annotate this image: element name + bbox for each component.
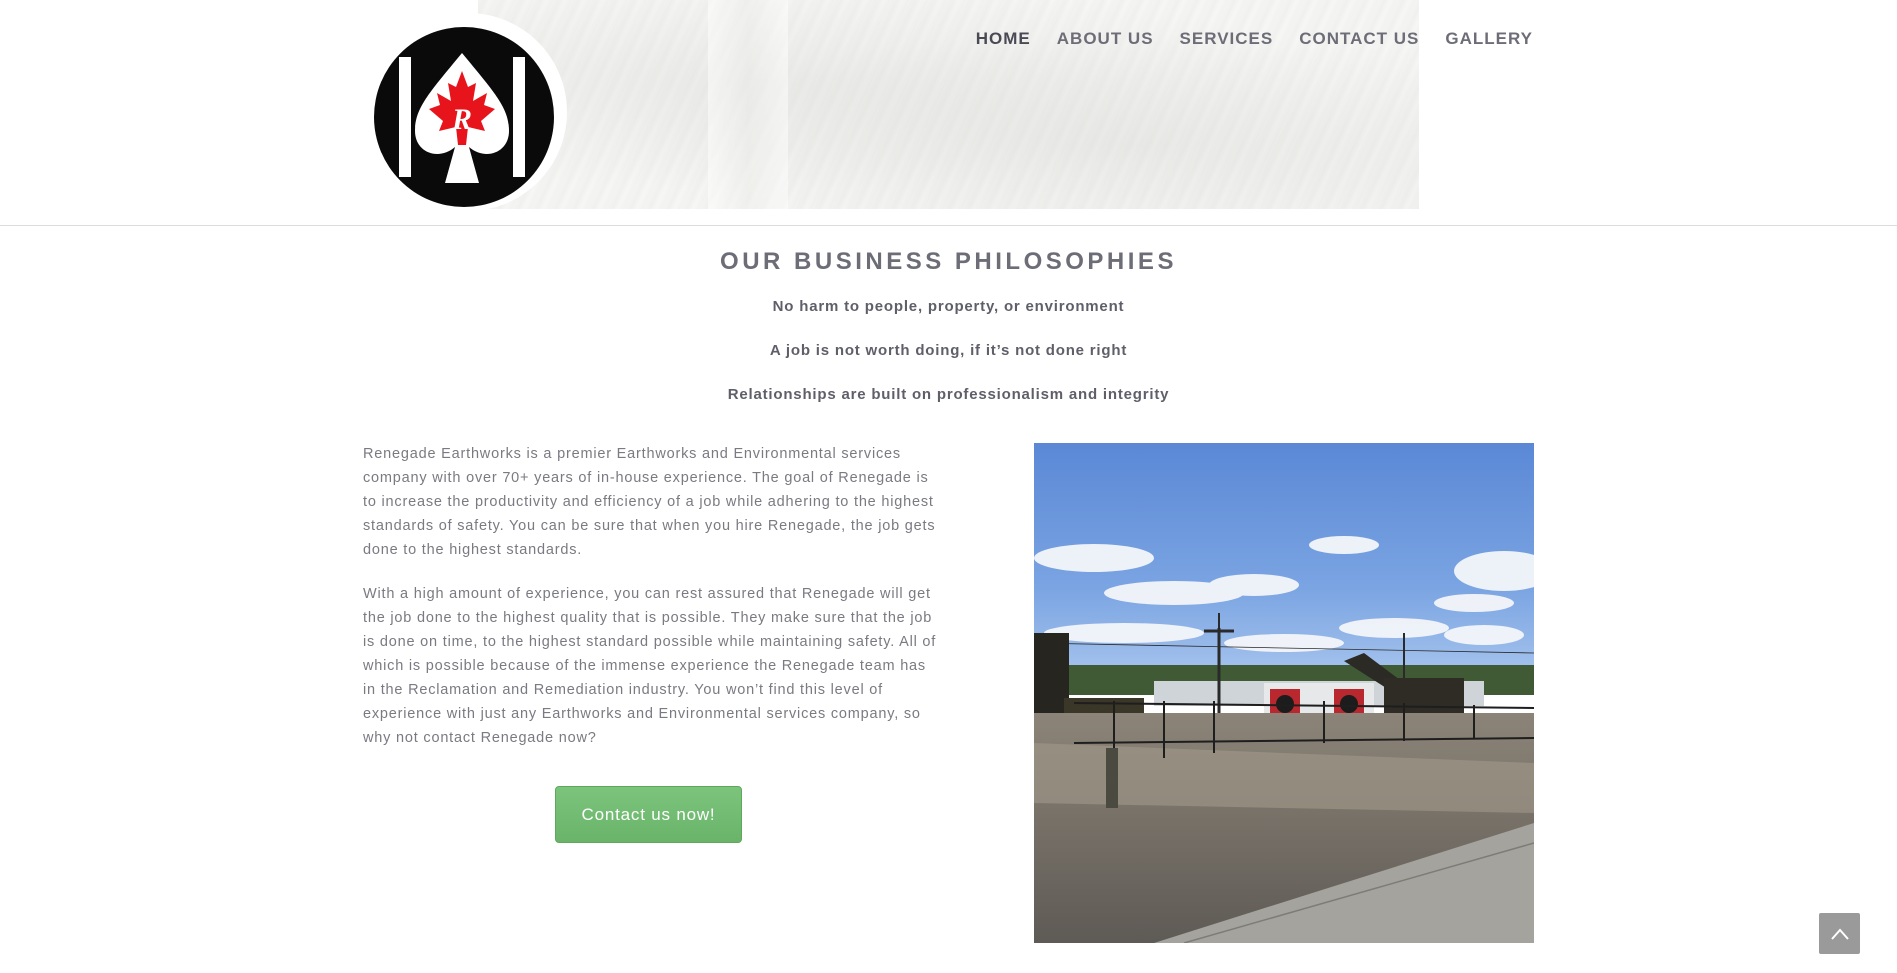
philosophies-title: OUR BUSINESS PHILOSOPHIES bbox=[720, 248, 1177, 275]
main-nav: HOME ABOUT US SERVICES CONTACT US GALLER… bbox=[950, 28, 1533, 50]
intro-paragraph-1: Renegade Earthworks is a premier Earthwo… bbox=[363, 446, 936, 558]
site-header: R HOME ABOUT US SERVICES CONTACT US GALL… bbox=[0, 0, 1897, 226]
scroll-to-top-button[interactable] bbox=[1819, 913, 1860, 954]
contact-us-button[interactable]: Contact us now! bbox=[555, 786, 742, 843]
philosophy-line: No harm to people, property, or environm… bbox=[772, 298, 1125, 315]
nav-item-gallery[interactable]: GALLERY bbox=[1445, 28, 1533, 50]
company-logo[interactable]: R bbox=[369, 13, 567, 211]
worksite-photo bbox=[1034, 443, 1534, 943]
logo-letter: R bbox=[451, 103, 472, 136]
philosophy-line: A job is not worth doing, if it’s not do… bbox=[769, 342, 1128, 359]
intro-paragraph-2: With a high amount of experience, you ca… bbox=[363, 586, 937, 746]
chevron-up-icon bbox=[1830, 927, 1849, 940]
nav-item-about-us[interactable]: ABOUT US bbox=[1057, 28, 1154, 50]
spade-maple-leaf-logo-icon: R bbox=[374, 27, 554, 207]
nav-item-home[interactable]: HOME bbox=[976, 28, 1031, 50]
nav-item-contact-us[interactable]: CONTACT US bbox=[1299, 28, 1419, 50]
philosophy-line: Relationships are built on professionali… bbox=[727, 386, 1170, 403]
nav-item-services[interactable]: SERVICES bbox=[1180, 28, 1274, 50]
